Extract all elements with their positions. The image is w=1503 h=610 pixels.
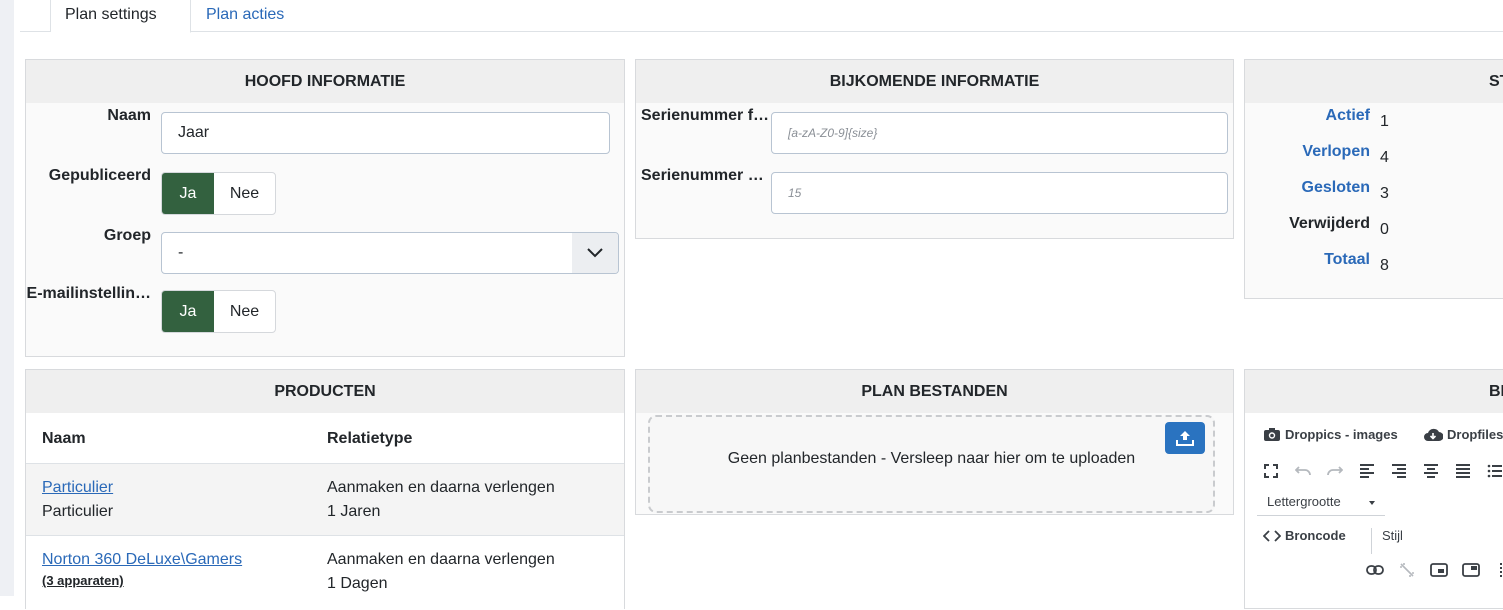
tab-plan-acties[interactable]: Plan acties xyxy=(192,0,298,32)
email-ja-button[interactable]: Ja xyxy=(162,291,214,332)
stijl-select[interactable]: Stijl xyxy=(1371,528,1503,554)
statistieken-card: ST Actief 1 Verlopen 4 Gesloten 3 Verwij… xyxy=(1244,59,1503,299)
serienummer-lengte-label: Serienummer … xyxy=(641,167,764,184)
bijkomende-informatie-title: BIJKOMENDE INFORMATIE xyxy=(636,60,1233,103)
link-icon[interactable] xyxy=(1365,560,1385,580)
producten-title: PRODUCTEN xyxy=(26,370,624,413)
stat-verwijderd-label: Verwijderd xyxy=(1289,215,1370,232)
more-icon[interactable] xyxy=(1491,560,1503,580)
droppics-label: Droppics - images xyxy=(1285,427,1398,442)
dropfiles-label: Dropfiles xyxy=(1447,427,1503,442)
upload-button[interactable] xyxy=(1165,422,1205,454)
product-subtitle[interactable]: (3 apparaten) xyxy=(42,573,124,588)
align-left-icon[interactable] xyxy=(1357,461,1377,481)
stat-totaal-value: 8 xyxy=(1380,257,1389,274)
email-instellingen-toggle: Ja Nee xyxy=(161,290,276,333)
stijl-label: Stijl xyxy=(1382,528,1403,543)
serienummer-formaat-input[interactable]: [a-zA-Z0-9]{size} xyxy=(771,112,1228,154)
font-size-label: Lettergrootte xyxy=(1267,494,1341,509)
product-relatie: Aanmaken en daarna verlengen xyxy=(327,551,555,568)
gepubliceerd-toggle: Ja Nee xyxy=(161,172,276,215)
broncode-button[interactable]: Broncode xyxy=(1263,528,1346,543)
undo-icon[interactable] xyxy=(1293,461,1313,481)
producten-card: PRODUCTEN Naam Relatietype Particulier P… xyxy=(25,369,625,610)
chevron-down-icon xyxy=(572,233,618,273)
plan-bestanden-card: PLAN BESTANDEN Geen planbestanden - Vers… xyxy=(635,369,1234,515)
code-icon xyxy=(1263,529,1281,542)
naam-input[interactable]: Jaar xyxy=(161,112,610,154)
beschrijving-card: BE Droppics - images Dropfiles Lettergro… xyxy=(1244,369,1503,609)
serienummer-formaat-label: Serienummer f… xyxy=(641,107,770,124)
stat-verlopen-value: 4 xyxy=(1380,149,1389,166)
product-link[interactable]: Norton 360 DeLuxe\Gamers xyxy=(42,551,242,569)
droppics-button[interactable]: Droppics - images xyxy=(1263,427,1398,442)
camera-icon xyxy=(1264,428,1280,441)
bijkomende-informatie-card: BIJKOMENDE INFORMATIE Serienummer f… [a-… xyxy=(635,59,1234,239)
image-embed-icon[interactable] xyxy=(1429,560,1449,580)
hoofd-informatie-title: HOOFD INFORMATIE xyxy=(26,60,624,103)
stat-totaal-label[interactable]: Totaal xyxy=(1324,251,1370,269)
plan-bestanden-title: PLAN BESTANDEN xyxy=(636,370,1233,413)
caret-down-icon xyxy=(1369,501,1375,505)
email-nee-button[interactable]: Nee xyxy=(214,291,275,332)
stat-verlopen-label[interactable]: Verlopen xyxy=(1302,143,1370,161)
align-center-icon[interactable] xyxy=(1421,461,1441,481)
naam-label: Naam xyxy=(107,107,151,124)
groep-label: Groep xyxy=(103,227,151,244)
email-instellingen-label: E-mailinstellin… xyxy=(26,285,151,302)
gepubliceerd-label: Gepubliceerd xyxy=(48,167,151,184)
align-right-icon[interactable] xyxy=(1389,461,1409,481)
stat-actief-value: 1 xyxy=(1380,113,1389,130)
groep-select[interactable]: - xyxy=(161,232,619,274)
serienummer-lengte-input[interactable]: 15 xyxy=(771,172,1228,214)
dropfiles-button[interactable]: Dropfiles xyxy=(1423,427,1503,442)
tab-plan-settings[interactable]: Plan settings xyxy=(51,0,191,33)
stat-gesloten-label[interactable]: Gesloten xyxy=(1302,179,1370,197)
product-link[interactable]: Particulier xyxy=(42,479,113,497)
tab-spacer xyxy=(20,0,51,32)
hoofd-informatie-card: HOOFD INFORMATIE Naam Jaar Gepubliceerd … xyxy=(25,59,625,357)
bullet-list-icon[interactable] xyxy=(1485,461,1503,481)
stat-actief-label[interactable]: Actief xyxy=(1326,107,1370,125)
font-size-select[interactable]: Lettergrootte xyxy=(1257,490,1385,516)
gepubliceerd-nee-button[interactable]: Nee xyxy=(214,173,275,214)
cloud-download-icon xyxy=(1424,428,1443,441)
producten-col-naam: Naam xyxy=(42,430,86,447)
dropzone-empty-text: Geen planbestanden - Versleep naar hier … xyxy=(727,450,1136,467)
left-strip xyxy=(0,0,14,596)
beschrijving-title: BE xyxy=(1245,370,1503,413)
stat-verwijderd-value: 0 xyxy=(1380,221,1389,238)
redo-icon[interactable] xyxy=(1325,461,1345,481)
broncode-label: Broncode xyxy=(1285,528,1346,543)
table-row: Norton 360 DeLuxe\Gamers (3 apparaten) A… xyxy=(26,535,624,610)
file-dropzone[interactable]: Geen planbestanden - Versleep naar hier … xyxy=(648,415,1215,513)
gepubliceerd-ja-button[interactable]: Ja xyxy=(162,173,214,214)
tab-bar: Plan settings Plan acties xyxy=(20,0,1503,33)
align-justify-icon[interactable] xyxy=(1453,461,1473,481)
table-row: Particulier Particulier Aanmaken en daar… xyxy=(26,463,624,535)
statistieken-title: ST xyxy=(1245,60,1503,103)
product-duur: 1 Jaren xyxy=(327,503,381,520)
product-subtitle: Particulier xyxy=(42,503,114,520)
media-embed-icon[interactable] xyxy=(1461,560,1481,580)
fullscreen-icon[interactable] xyxy=(1261,461,1281,481)
stat-gesloten-value: 3 xyxy=(1380,185,1389,202)
producten-col-relatietype: Relatietype xyxy=(327,430,413,447)
product-relatie: Aanmaken en daarna verlengen xyxy=(327,479,555,496)
unlink-icon[interactable] xyxy=(1397,560,1417,580)
upload-icon xyxy=(1176,431,1194,446)
groep-select-value: - xyxy=(178,244,184,261)
product-duur: 1 Dagen xyxy=(327,575,388,592)
